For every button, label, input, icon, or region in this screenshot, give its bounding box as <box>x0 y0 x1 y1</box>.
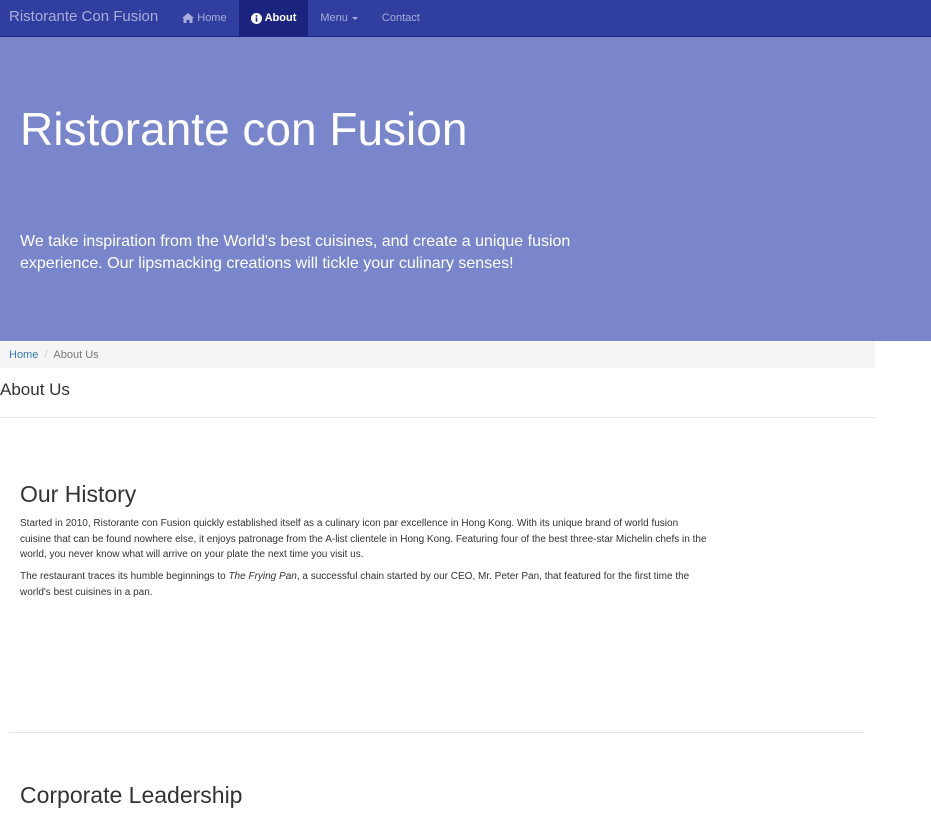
nav-item-about-label: About <box>264 12 297 24</box>
history-paragraph-2-start: The restaurant traces its humble beginni… <box>20 571 229 582</box>
divider <box>0 417 875 418</box>
navbar-brand[interactable]: Ristorante Con Fusion <box>0 0 170 33</box>
history-paragraph-2-italic: The Frying Pan <box>228 571 297 582</box>
nav-item-contact-label: Contact <box>381 12 420 24</box>
info-circle-icon <box>250 12 262 24</box>
nav-item-home-label: Home <box>197 12 227 24</box>
history-paragraph-1: Started in 2010, Ristorante con Fusion q… <box>20 518 707 560</box>
navbar: Ristorante Con Fusion Home About Menu Co… <box>0 0 931 37</box>
jumbotron-text: We take inspiration from the World's bes… <box>20 233 571 272</box>
leadership-title: Corporate Leadership <box>20 782 243 808</box>
history-title: Our History <box>20 481 137 507</box>
page-title: About Us <box>0 380 70 399</box>
breadcrumb: Home / About Us <box>0 341 875 368</box>
nav-item-menu-label: Menu <box>320 12 348 24</box>
breadcrumb-current: About Us <box>53 348 99 361</box>
nav-item-contact[interactable]: Contact <box>370 0 432 36</box>
jumbotron: Ristorante con Fusion We take inspiratio… <box>0 37 931 341</box>
nav-item-about[interactable]: About <box>238 0 309 36</box>
divider <box>9 732 864 733</box>
breadcrumb-home-link[interactable]: Home <box>9 349 38 361</box>
jumbotron-title: Ristorante con Fusion <box>20 103 468 155</box>
caret-down-icon <box>351 16 358 20</box>
nav-item-home[interactable]: Home <box>170 0 238 36</box>
home-icon <box>182 13 195 23</box>
nav-item-menu[interactable]: Menu <box>308 0 370 36</box>
history-paragraph-2: The restaurant traces its humble beginni… <box>20 569 712 600</box>
breadcrumb-separator: / <box>44 348 48 361</box>
